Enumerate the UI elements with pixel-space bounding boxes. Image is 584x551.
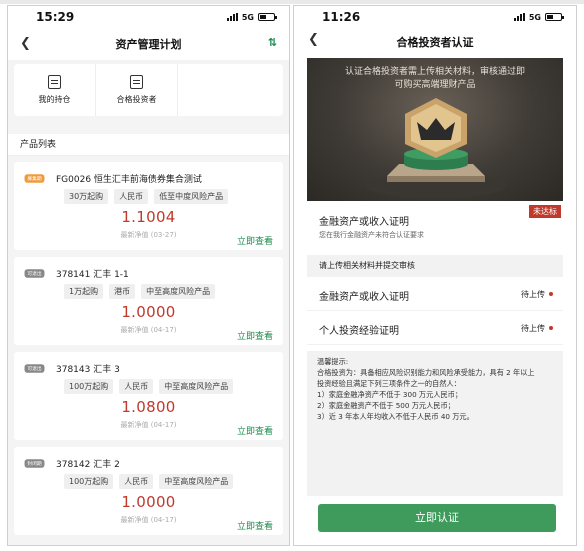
status-badge: 封闭期 xyxy=(24,459,45,468)
header: ❮ 合格投资者认证 xyxy=(294,28,576,56)
product-title: 378141 汇丰 1-1 xyxy=(56,270,129,280)
upload-label: 金融资产或收入证明 xyxy=(319,292,409,303)
status-icons: 5G xyxy=(513,12,564,22)
page-title: 合格投资者认证 xyxy=(396,36,474,49)
product-tags: 1万起购 港币 中至高度风险产品 xyxy=(64,284,216,299)
tips-line: 2）家庭金融资产不低于 500 万元人民币； xyxy=(317,401,455,410)
nav-value: 1.1004 xyxy=(121,208,176,226)
right-phone-screen: 11:26 5G ❮ 合格投资者认证 认证合格投资者需上传相关材料，审核通过即 … xyxy=(293,5,577,546)
tag-min-purchase: 100万起购 xyxy=(64,379,114,394)
signal-icon xyxy=(513,13,525,21)
status-badge: 可退出 xyxy=(24,269,45,278)
shortcut-bar: 我的持仓 合格投资者 xyxy=(14,64,283,116)
product-tags: 100万起购 人民币 中至高度风险产品 xyxy=(64,474,234,489)
id-card-icon xyxy=(130,75,143,89)
upload-row-financial-assets[interactable]: 金融资产或收入证明 待上传 xyxy=(307,277,563,311)
top-strip xyxy=(0,0,584,4)
status-bar: 15:29 5G xyxy=(8,6,289,28)
view-now-link[interactable]: 立即查看 xyxy=(237,424,273,437)
tag-currency: 人民币 xyxy=(119,474,154,489)
chevron-left-icon[interactable]: ❮ xyxy=(308,32,319,47)
tips-line: 投资经验且满足下列三项条件之一的自然人： xyxy=(317,379,461,388)
banner-text: 认证合格投资者需上传相关材料，审核通过即 可购买高端理财产品 xyxy=(307,66,563,92)
product-title: 378143 汇丰 3 xyxy=(56,365,120,375)
upload-section-title: 请上传相关材料并提交审核 xyxy=(307,255,563,277)
header: ❮ 资产管理计划 ⇅ xyxy=(8,28,289,60)
status-flag: 未达标 xyxy=(529,205,561,218)
nav-value: 1.0000 xyxy=(121,303,176,321)
section-title: 产品列表 xyxy=(8,134,289,156)
network-label: 5G xyxy=(241,12,254,22)
product-tags: 30万起购 人民币 低至中度风险产品 xyxy=(64,189,229,204)
status-bar: 11:26 5G xyxy=(294,6,576,28)
tag-currency: 人民币 xyxy=(119,379,154,394)
status-icons: 5G xyxy=(226,12,277,22)
status-title: 金融资产或收入证明 xyxy=(319,217,409,228)
status-badge: 可退出 xyxy=(24,364,45,373)
chevron-left-icon[interactable]: ❮ xyxy=(20,36,31,51)
view-now-link[interactable]: 立即查看 xyxy=(237,234,273,247)
tag-min-purchase: 1万起购 xyxy=(64,284,104,299)
upload-status: 待上传 xyxy=(521,290,545,299)
upload-status: 待上传 xyxy=(521,324,545,333)
upload-row-investment-experience[interactable]: 个人投资经验证明 待上传 xyxy=(307,311,563,345)
product-title: 378142 汇丰 2 xyxy=(56,460,120,470)
product-card[interactable]: 封闭期 378142 汇丰 2 100万起购 人民币 中至高度风险产品 1.00… xyxy=(14,447,283,535)
status-time: 11:26 xyxy=(322,10,361,24)
status-time: 15:29 xyxy=(36,10,75,24)
shortcut-qualified-investor[interactable]: 合格投资者 xyxy=(96,64,178,116)
tag-risk: 中至高度风险产品 xyxy=(159,379,234,394)
product-card[interactable]: 募集期 FG0026 恒生汇丰前海债券集合测试 30万起购 人民币 低至中度风险… xyxy=(14,162,283,250)
status-desc: 您在我行金融资产未符合认证要求 xyxy=(319,231,424,239)
clipboard-icon xyxy=(48,75,61,89)
shortcut-my-holdings[interactable]: 我的持仓 xyxy=(14,64,96,116)
tag-currency: 港币 xyxy=(109,284,136,299)
shortcut-label: 我的持仓 xyxy=(38,95,71,104)
product-list: 募集期 FG0026 恒生汇丰前海债券集合测试 30万起购 人民币 低至中度风险… xyxy=(8,162,289,535)
certify-now-button[interactable]: 立即认证 xyxy=(318,504,556,532)
status-badge: 募集期 xyxy=(24,174,45,183)
upload-label: 个人投资经验证明 xyxy=(319,326,399,337)
tag-min-purchase: 100万起购 xyxy=(64,474,114,489)
network-label: 5G xyxy=(528,12,541,22)
shortcut-label: 合格投资者 xyxy=(116,95,157,104)
banner-line-2: 可购买高端理财产品 xyxy=(394,80,476,90)
filter-sliders-icon[interactable]: ⇅ xyxy=(268,36,277,49)
tips-box: 温馨提示: 合格投资为：具备相应风险识别能力和风险承受能力，具有 2 年以上 投… xyxy=(307,351,563,496)
nav-value: 1.0000 xyxy=(121,493,176,511)
verification-status: 未达标 金融资产或收入证明 您在我行金融资产未符合认证要求 xyxy=(307,201,563,245)
product-card[interactable]: 可退出 378141 汇丰 1-1 1万起购 港币 中至高度风险产品 1.000… xyxy=(14,257,283,345)
promo-banner: 认证合格投资者需上传相关材料，审核通过即 可购买高端理财产品 xyxy=(307,58,563,201)
tag-risk: 中至高度风险产品 xyxy=(159,474,234,489)
nav-value: 1.0800 xyxy=(121,398,176,416)
screenshot-canvas: 15:29 5G ❮ 资产管理计划 ⇅ 我的持仓 合格投资者 产品列表 募集期 … xyxy=(0,0,584,551)
view-now-link[interactable]: 立即查看 xyxy=(237,519,273,532)
page-title: 资产管理计划 xyxy=(115,38,182,51)
pending-dot-icon xyxy=(549,326,553,330)
product-card[interactable]: 可退出 378143 汇丰 3 100万起购 人民币 中至高度风险产品 1.08… xyxy=(14,352,283,440)
tips-line: 3）近 3 年本人年均收入不低于人民币 40 万元。 xyxy=(317,412,474,421)
tips-line: 1）家庭金融净资产不低于 300 万元人民币； xyxy=(317,390,463,399)
tag-currency: 人民币 xyxy=(114,189,149,204)
tips-heading: 温馨提示: xyxy=(317,357,349,366)
tag-risk: 低至中度风险产品 xyxy=(154,189,229,204)
banner-line-1: 认证合格投资者需上传相关材料，审核通过即 xyxy=(344,67,525,77)
battery-icon xyxy=(258,13,277,21)
tag-min-purchase: 30万起购 xyxy=(64,189,109,204)
battery-icon xyxy=(545,13,564,21)
product-title: FG0026 恒生汇丰前海债券集合测试 xyxy=(56,175,202,185)
signal-icon xyxy=(226,13,238,21)
pending-dot-icon xyxy=(549,292,553,296)
left-phone-screen: 15:29 5G ❮ 资产管理计划 ⇅ 我的持仓 合格投资者 产品列表 募集期 … xyxy=(7,5,290,546)
tips-line: 合格投资为：具备相应风险识别能力和风险承受能力，具有 2 年以上 xyxy=(317,368,535,377)
product-tags: 100万起购 人民币 中至高度风险产品 xyxy=(64,379,234,394)
view-now-link[interactable]: 立即查看 xyxy=(237,329,273,342)
tag-risk: 中至高度风险产品 xyxy=(141,284,216,299)
